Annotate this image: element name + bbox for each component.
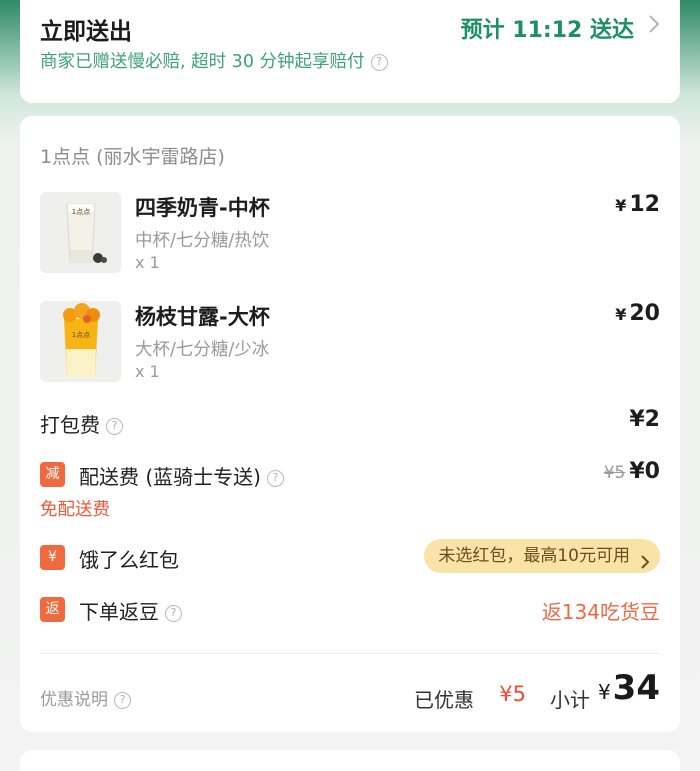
- help-icon[interactable]: ?: [266, 470, 284, 487]
- divider: [40, 653, 660, 654]
- red-packet-row[interactable]: ¥ 饿了么红包 未选红包，最高10元可用: [40, 539, 660, 575]
- cashback-row: 返 下单返豆? 返134吃货豆: [40, 593, 660, 627]
- milk-tea-cup-image: 1点点: [40, 192, 121, 273]
- item-quantity: x 1: [135, 253, 160, 272]
- order-item[interactable]: 1点点 四季奶青-中杯 中杯/七分糖/热饮 x 1 ¥12: [40, 192, 660, 274]
- help-icon[interactable]: ?: [114, 691, 131, 709]
- order-total: 已优惠 ¥5 小计 ¥34: [360, 664, 660, 714]
- item-spec: 大杯/七分糖/少冰: [135, 340, 270, 360]
- cashback-label: 下单返豆?: [79, 596, 182, 625]
- order-item[interactable]: 1点点 杨枝甘露-大杯 大杯/七分糖/少冰 x 1 ¥20: [40, 301, 660, 383]
- saved-label: 已优惠: [414, 688, 474, 712]
- item-quantity: x 1: [135, 362, 160, 381]
- delivery-fee-label: 配送费 (蓝骑士专送)?: [79, 461, 284, 490]
- item-name: 杨枝甘露-大杯: [135, 305, 270, 329]
- svg-text:1点点: 1点点: [72, 331, 90, 339]
- packaging-fee-label: 打包费?: [40, 409, 123, 438]
- help-icon[interactable]: ?: [106, 418, 123, 435]
- red-packet-tag-icon: ¥: [40, 545, 65, 570]
- original-delivery-fee: ¥5: [603, 463, 626, 483]
- discount-tag-icon: 减: [40, 462, 65, 487]
- svg-text:1点点: 1点点: [72, 208, 90, 216]
- chevron-right-icon[interactable]: [648, 14, 660, 38]
- item-price: ¥20: [615, 301, 660, 326]
- delivery-fee-value: ¥5 ¥0: [603, 459, 660, 484]
- saved-amount: ¥5: [499, 682, 526, 706]
- red-packet-label: 饿了么红包: [79, 548, 179, 572]
- packaging-fee-value: ¥2: [629, 407, 660, 432]
- delivery-card: 立即送出 预计 11:12 送达 商家已赠送慢必赔, 超时 30 分钟起享赔付?: [20, 0, 680, 103]
- free-delivery-note: 免配送费: [40, 500, 110, 520]
- delivery-fee-row: 减 配送费 (蓝骑士专送)? ¥5 ¥0: [40, 458, 660, 492]
- cashback-tag-icon: 返: [40, 597, 65, 622]
- mango-pomelo-cup-image: 1点点: [40, 301, 121, 382]
- red-packet-selector[interactable]: 未选红包，最高10元可用: [424, 539, 660, 573]
- help-icon[interactable]: ?: [370, 53, 388, 71]
- delivery-eta[interactable]: 预计 11:12 送达: [461, 12, 634, 44]
- item-name: 四季奶青-中杯: [135, 196, 270, 220]
- packaging-fee-row: 打包费? ¥2: [40, 406, 660, 440]
- help-icon[interactable]: ?: [165, 605, 182, 622]
- subtotal-label: 小计: [550, 688, 590, 712]
- next-section-card: [20, 750, 680, 771]
- subtotal-amount: ¥34: [597, 668, 660, 708]
- order-summary-card: 1点点 (丽水宇雷路店) 1点点 四季奶青-中杯 中杯/七分糖/热饮 x 1 ¥…: [20, 116, 680, 732]
- item-price: ¥12: [615, 192, 660, 217]
- item-spec: 中杯/七分糖/热饮: [135, 231, 270, 251]
- delivery-mode-title: 立即送出: [40, 19, 132, 45]
- store-name[interactable]: 1点点 (丽水宇雷路店): [40, 142, 225, 169]
- cashback-value: 返134吃货豆: [541, 600, 660, 624]
- chevron-right-icon: [640, 548, 650, 582]
- discount-info-link[interactable]: 优惠说明?: [40, 685, 131, 710]
- late-compensation-note: 商家已赠送慢必赔, 超时 30 分钟起享赔付?: [40, 48, 388, 73]
